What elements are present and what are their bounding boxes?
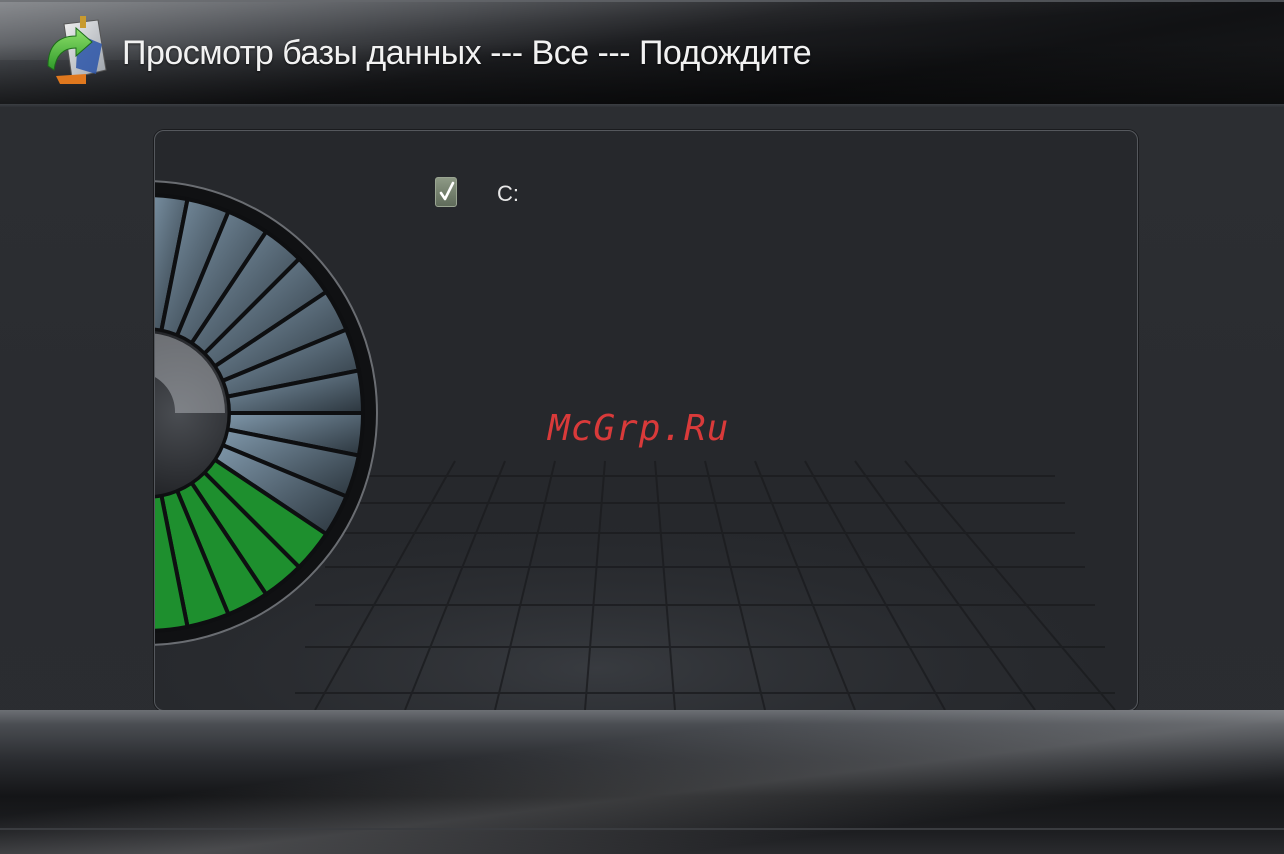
drive-label: C: bbox=[497, 181, 519, 206]
footer-highlight bbox=[0, 710, 1284, 854]
screen: Просмотр базы данных --- Все --- Подожди… bbox=[0, 0, 1284, 854]
footer-divider bbox=[0, 828, 1284, 830]
title-bar: Просмотр базы данных --- Все --- Подожди… bbox=[0, 0, 1284, 108]
progress-wheel bbox=[155, 180, 378, 646]
database-browser-icon bbox=[47, 16, 107, 84]
checkmark-icon bbox=[439, 181, 455, 201]
drive-c-checkbox[interactable] bbox=[435, 177, 457, 207]
watermark-text: McGrp.Ru bbox=[548, 408, 730, 449]
window-title: Просмотр базы данных --- Все --- Подожди… bbox=[122, 34, 812, 72]
bottom-bar bbox=[0, 710, 1284, 854]
